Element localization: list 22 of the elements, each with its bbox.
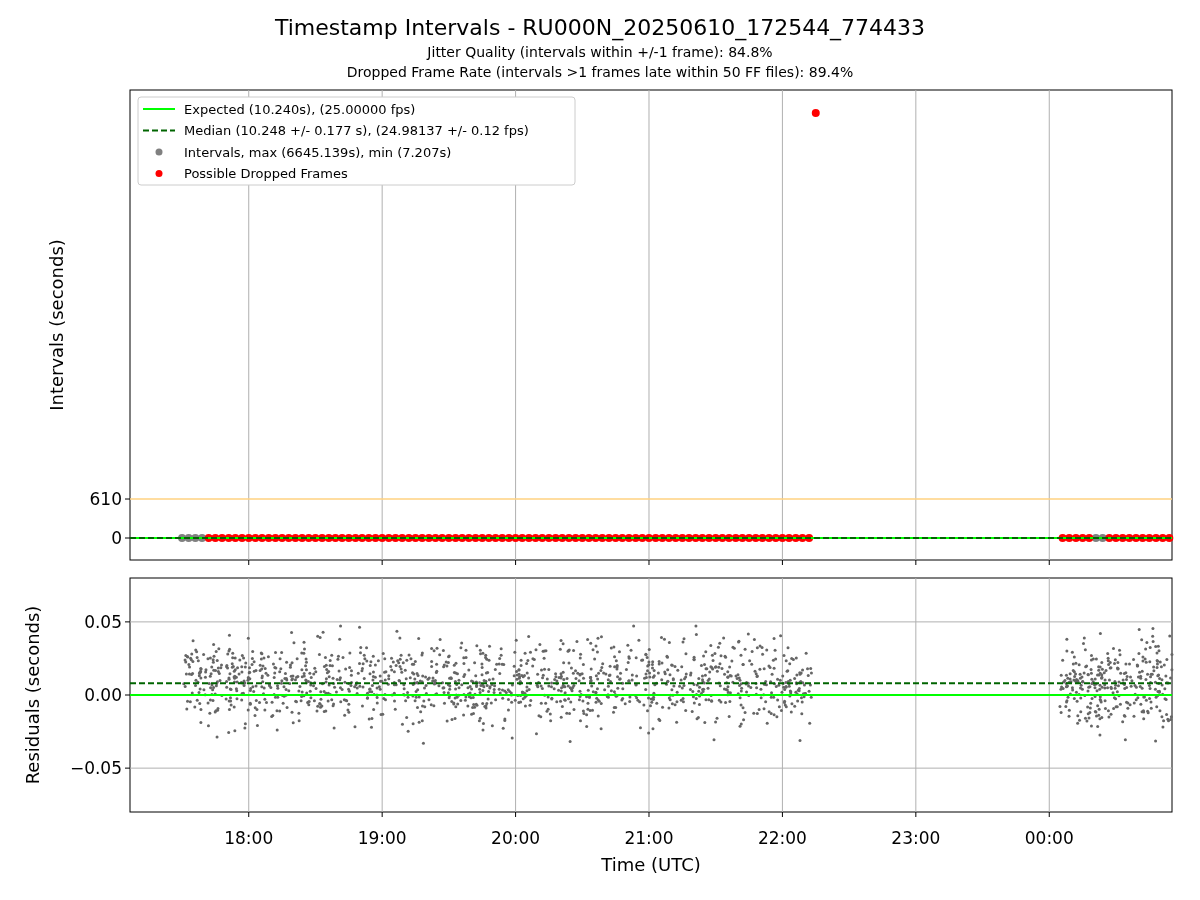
axis-label: Intervals (seconds) bbox=[46, 239, 67, 411]
legend-label: Possible Dropped Frames bbox=[184, 166, 348, 181]
legend-label: Median (10.248 +/- 0.177 s), (24.98137 +/- 0.12 fps) bbox=[184, 123, 529, 138]
chart-title: Timestamp Intervals - RU000N_20250610_172544_774433 bbox=[274, 14, 926, 42]
legend-label: Expected (10.240s), (25.00000 fps) bbox=[184, 101, 416, 117]
legend-label: Intervals, max (6645.139s), min (7.207s) bbox=[184, 144, 452, 160]
tick-label: 19:00 bbox=[357, 828, 407, 848]
tick-label: 21:00 bbox=[624, 828, 674, 848]
tick-label: 0.00 bbox=[84, 685, 122, 705]
tick-label: −0.05 bbox=[69, 758, 122, 779]
chart-subtitle: Jitter Quality (intervals within +/-1 frame): 84.8% bbox=[427, 43, 773, 62]
tick-label: 18:00 bbox=[224, 828, 274, 848]
tick-label: 22:00 bbox=[757, 828, 807, 848]
axis-label: Time (UTC) bbox=[601, 854, 701, 875]
axis-label: Residuals (seconds) bbox=[22, 605, 43, 785]
tick-label: 610 bbox=[89, 489, 122, 510]
tick-label: 00:00 bbox=[1024, 828, 1074, 848]
tick-label: 23:00 bbox=[891, 828, 941, 848]
tick-label: 0.05 bbox=[84, 611, 122, 632]
tick-label: 20:00 bbox=[491, 828, 541, 848]
tick-label: 0 bbox=[111, 528, 122, 548]
chart-subtitle: Dropped Frame Rate (intervals >1 frames late within 50 FF files): 89.4% bbox=[346, 63, 854, 82]
